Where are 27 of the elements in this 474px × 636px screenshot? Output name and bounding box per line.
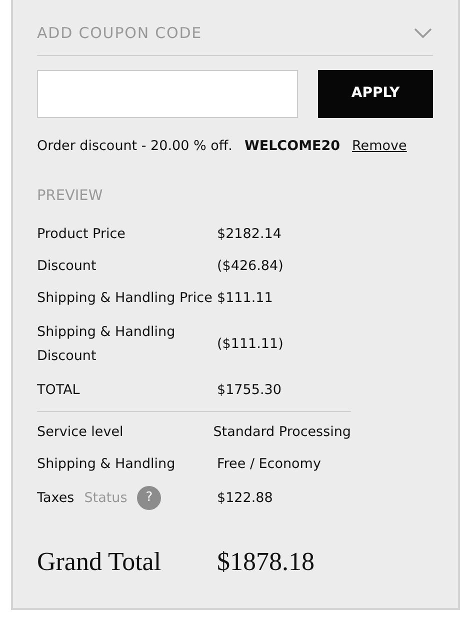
row-value: $1755.30 <box>217 381 282 400</box>
row-value: Free / Economy <box>217 454 321 474</box>
row-value: Standard Processing <box>213 422 351 442</box>
row-label: Shipping & Handling Discount <box>37 323 176 366</box>
row-value: $2182.14 <box>217 224 282 244</box>
row-label: Shipping & Handling <box>37 454 176 474</box>
row-label: Product Price <box>37 224 126 244</box>
grand-total-label: Grand Total <box>37 546 162 578</box>
apply-button[interactable]: APPLY <box>318 70 433 118</box>
row-label: Taxes <box>37 488 74 508</box>
row-label: Discount <box>37 256 96 276</box>
row-label: Shipping & Handling Price <box>37 289 212 308</box>
row-value: $111.11 <box>217 289 273 308</box>
row-label: TOTAL <box>37 381 80 400</box>
remove-link[interactable]: Remove <box>352 136 407 156</box>
status-label: Status <box>84 488 128 508</box>
row-value: ($111.11) <box>217 335 284 354</box>
row-label: Service level <box>37 422 124 442</box>
discount-text: Order discount - 20.00 % off. <box>37 136 232 156</box>
section-title: ADD COUPON CODE <box>37 23 202 44</box>
coupon-input-field[interactable] <box>37 70 298 118</box>
section-title: PREVIEW <box>37 186 104 206</box>
row-value: ($426.84) <box>217 256 284 276</box>
coupon-code: WELCOME20 <box>244 136 340 156</box>
chevron-icon[interactable] <box>413 27 433 40</box>
grand-total-value: $1878.18 <box>217 546 314 578</box>
row-value: $122.88 <box>217 488 273 508</box>
